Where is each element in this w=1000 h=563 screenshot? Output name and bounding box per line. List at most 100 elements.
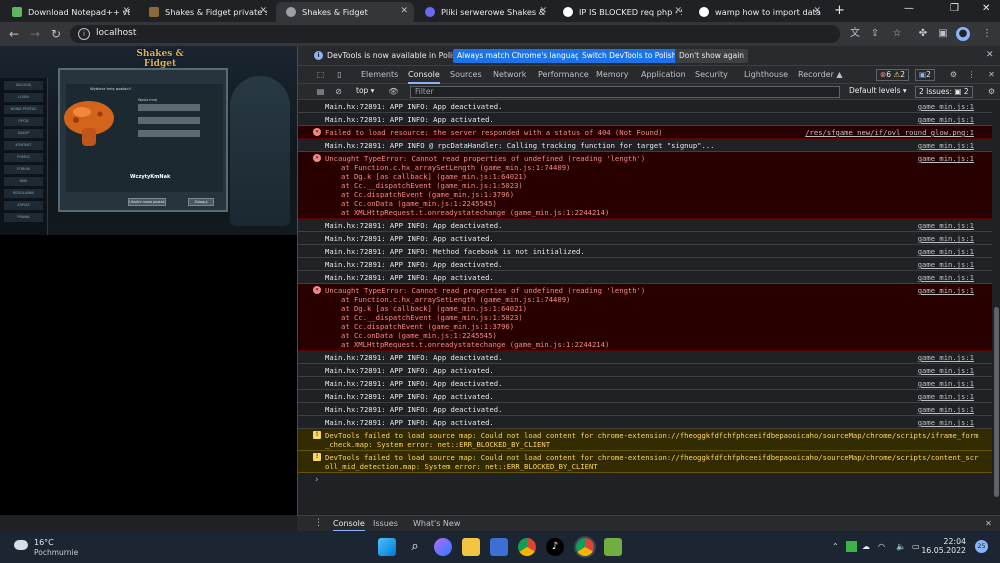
tiktok-icon[interactable]: ♪ — [546, 538, 564, 556]
tab-wamp[interactable]: wamp how to import datab ✕ — [689, 2, 827, 22]
address-bar[interactable]: i localhost — [70, 25, 840, 43]
extensions-puzzle-icon[interactable]: ✤ — [916, 27, 930, 41]
drawer-tab-whats-new[interactable]: What's New — [413, 516, 460, 532]
drawer-tab-console[interactable]: Console — [333, 516, 365, 532]
console-log-row[interactable]: Main.hx:72891: APP INFO: Method facebook… — [298, 245, 992, 258]
wamp-tray-icon[interactable] — [846, 541, 857, 552]
tab-pliki[interactable]: Pliki serwerowe Shakes & F ✕ — [415, 2, 553, 22]
source-link[interactable]: game_min.js:1 — [918, 392, 974, 401]
chrome-icon[interactable] — [518, 538, 536, 556]
close-icon[interactable]: ✕ — [813, 6, 821, 16]
stack-frame[interactable]: at Cc.__dispatchEvent (game_min.js:1:502… — [341, 181, 523, 190]
issues-button[interactable]: 2 Issues: ▣ 2 — [915, 86, 973, 98]
game-menu-item[interactable]: FORUM — [4, 165, 43, 174]
tab-sources[interactable]: Sources — [450, 66, 482, 84]
source-link[interactable]: game_min.js:1 — [918, 286, 974, 295]
console-settings-gear-icon[interactable]: ⚙ — [986, 86, 997, 97]
stack-frame[interactable]: at Cc.__dispatchEvent (game_min.js:1:502… — [341, 313, 523, 322]
source-link[interactable]: game_min.js:1 — [918, 418, 974, 427]
email-input[interactable] — [138, 130, 200, 137]
password-input[interactable] — [138, 117, 200, 124]
notification-badge[interactable]: 25 — [975, 540, 988, 553]
console-log-row[interactable]: Main.hx:72891: APP INFO: App activated. g… — [298, 416, 992, 429]
tab-security[interactable]: Security — [695, 66, 728, 84]
console-log-row[interactable]: Main.hx:72891: APP INFO: App activated. g… — [298, 390, 992, 403]
source-link[interactable]: game_min.js:1 — [918, 141, 974, 150]
tab-application[interactable]: Application — [641, 66, 686, 84]
console-log-row[interactable]: Main.hx:72891: APP INFO: App deactivated… — [298, 351, 992, 364]
stack-frame[interactable]: at Cc.onData (game_min.js:1:2245545) — [341, 199, 497, 208]
console-error-row[interactable]: ✕ Uncaught TypeError: Cannot read propert… — [298, 284, 992, 351]
drawer-tab-issues[interactable]: Issues — [373, 516, 398, 532]
console-filter-input[interactable]: Filter — [410, 86, 840, 98]
source-link[interactable]: game_min.js:1 — [918, 260, 974, 269]
game-menu-item[interactable]: OPCJE — [4, 117, 43, 126]
console-warning-row[interactable]: ! DevTools failed to load source map: Cou… — [298, 429, 992, 451]
console-log-row[interactable]: Main.hx:72891: APP INFO: App deactivated… — [298, 100, 992, 113]
messenger-icon[interactable] — [434, 538, 452, 556]
profile-avatar-icon[interactable]: ● — [956, 27, 970, 41]
translate-icon[interactable]: 文 — [848, 27, 862, 41]
chrome-active-icon[interactable] — [576, 538, 594, 556]
scrollbar-thumb[interactable] — [994, 307, 999, 497]
tab-sf-private[interactable]: Shakes & Fidget private ser ✕ — [139, 2, 273, 22]
console-log-row[interactable]: Main.hx:72891: APP INFO: App deactivated… — [298, 377, 992, 390]
close-icon[interactable]: ✕ — [400, 6, 408, 16]
stack-frame[interactable]: at Cc.onData (game_min.js:1:2245545) — [341, 331, 497, 340]
error-warning-counter[interactable]: ⊗6 ⚠2 — [876, 69, 909, 81]
info-icon[interactable]: i — [78, 28, 90, 40]
close-icon[interactable]: ✕ — [259, 6, 267, 16]
eye-icon[interactable]: 👁 — [388, 86, 399, 97]
game-menu-item[interactable]: NOWA POSTAĆ — [4, 105, 43, 114]
game-menu-item[interactable]: ZALOGUJ — [4, 81, 43, 90]
stack-frame[interactable]: at XMLHttpRequest.t.onreadystatechange (… — [341, 208, 609, 217]
issues-counter[interactable]: ▣2 — [915, 69, 935, 81]
console-log-row[interactable]: Main.hx:72891: APP INFO: App activated. g… — [298, 364, 992, 377]
close-devtools-icon[interactable]: ✕ — [986, 69, 997, 80]
console-log-row[interactable]: Main.hx:72891: APP INFO: App deactivated… — [298, 258, 992, 271]
stack-frame[interactable]: at Function.c.hx_arraySetLength (game_mi… — [341, 295, 570, 304]
create-character-button[interactable]: Utwórz nowa postać — [128, 198, 166, 206]
minimize-icon[interactable]: — — [904, 3, 914, 14]
tab-lighthouse[interactable]: Lighthouse — [744, 66, 788, 84]
source-link[interactable]: game_min.js:1 — [918, 405, 974, 414]
search-icon[interactable]: ⌕ — [406, 538, 424, 556]
bookmark-star-icon[interactable]: ☆ — [890, 27, 904, 41]
console-warning-row[interactable]: ! DevTools failed to load source map: Cou… — [298, 451, 992, 473]
game-menu-item[interactable]: REGULAMIN — [4, 189, 43, 198]
source-link[interactable]: /res/sfgame_new/if/ovl_round_glow.png:1 — [805, 128, 974, 137]
tab-network[interactable]: Network — [493, 66, 526, 84]
forward-arrow-icon[interactable]: → — [27, 26, 43, 42]
source-link[interactable]: game_min.js:1 — [918, 366, 974, 375]
reload-icon[interactable]: ↻ — [48, 26, 64, 42]
clock[interactable]: 22:04 16.05.2022 — [906, 537, 966, 555]
sidebar-toggle-icon[interactable]: ▤ — [315, 86, 326, 97]
stack-frame[interactable]: at Cc.dispatchEvent (game_min.js:1:3796) — [341, 322, 514, 331]
log-levels-dropdown[interactable]: Default levels ▾ — [849, 86, 907, 95]
device-toolbar-icon[interactable]: ▯ — [334, 69, 345, 80]
close-icon[interactable]: ✕ — [122, 6, 130, 16]
close-icon[interactable]: ✕ — [674, 6, 682, 16]
file-explorer-icon[interactable] — [462, 538, 480, 556]
source-link[interactable]: game_min.js:1 — [918, 247, 974, 256]
menu-kebab-icon[interactable]: ⋮ — [980, 27, 994, 41]
share-icon[interactable]: ⇪ — [868, 27, 882, 41]
console-scrollbar[interactable] — [992, 100, 1000, 504]
inspect-element-icon[interactable]: ⬚ — [315, 69, 326, 80]
source-link[interactable]: game_min.js:1 — [918, 234, 974, 243]
console-error-row[interactable]: ✕ Failed to load resource: the server res… — [298, 126, 992, 139]
tab-console[interactable]: Console — [408, 66, 440, 84]
tab-memory[interactable]: Memory — [596, 66, 629, 84]
game-menu-item[interactable]: LOGIN — [4, 93, 43, 102]
login-button[interactable]: Zaloguj — [188, 198, 214, 206]
dont-show-again-button[interactable]: Don't show again — [675, 49, 749, 63]
close-window-icon[interactable]: ✕ — [982, 3, 990, 14]
source-link[interactable]: game_min.js:1 — [918, 379, 974, 388]
name-input[interactable] — [138, 104, 200, 111]
source-link[interactable]: game_min.js:1 — [918, 115, 974, 124]
stack-frame[interactable]: at Dg.k [as callback] (game_min.js:1:640… — [341, 172, 527, 181]
console-prompt[interactable]: › — [314, 475, 319, 485]
close-drawer-icon[interactable]: ✕ — [983, 518, 994, 529]
console-log-row[interactable]: Main.hx:72891: APP INFO: App deactivated… — [298, 403, 992, 416]
tab-recorder[interactable]: Recorder ▲ — [798, 66, 843, 84]
